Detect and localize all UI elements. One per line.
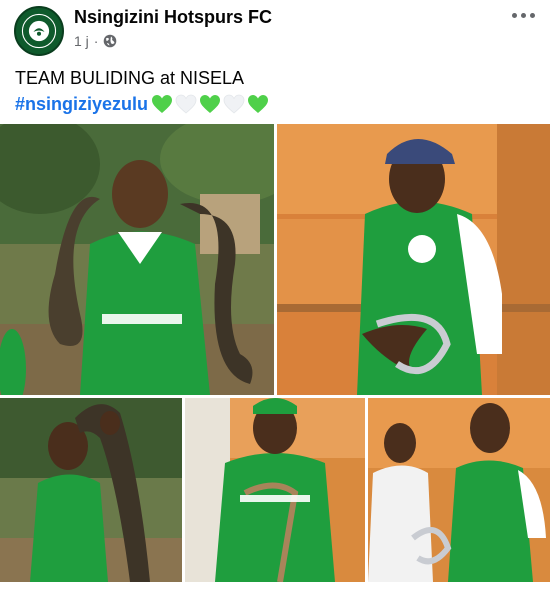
meta-separator: · <box>93 33 99 49</box>
emoji-hearts <box>151 94 269 114</box>
hashtag-line: #nsingiziyezulu <box>15 92 269 116</box>
photo-grid <box>0 124 550 582</box>
post-timestamp[interactable]: 1 j <box>74 33 89 49</box>
white-heart-icon <box>175 94 197 114</box>
photo-4[interactable] <box>185 398 365 582</box>
photo-3[interactable] <box>0 398 182 582</box>
green-heart-icon <box>152 95 173 113</box>
club-crest-icon <box>16 8 62 54</box>
page-avatar[interactable] <box>14 6 64 56</box>
photo-1[interactable] <box>0 124 274 395</box>
post-meta: 1 j · <box>74 33 117 49</box>
page-name[interactable]: Nsingizini Hotspurs FC <box>74 7 272 28</box>
hashtag-link[interactable]: #nsingiziyezulu <box>15 92 148 116</box>
globe-icon <box>103 34 117 48</box>
photo-5[interactable] <box>368 398 550 582</box>
post-caption: TEAM BULIDING at NISELA <box>15 68 245 88</box>
more-options-icon[interactable] <box>508 4 538 26</box>
post-header: Nsingizini Hotspurs FC 1 j · <box>0 0 550 62</box>
white-heart-icon <box>223 94 245 114</box>
photo-2[interactable] <box>277 124 550 395</box>
green-heart-icon <box>200 95 221 113</box>
green-heart-icon <box>248 95 269 113</box>
